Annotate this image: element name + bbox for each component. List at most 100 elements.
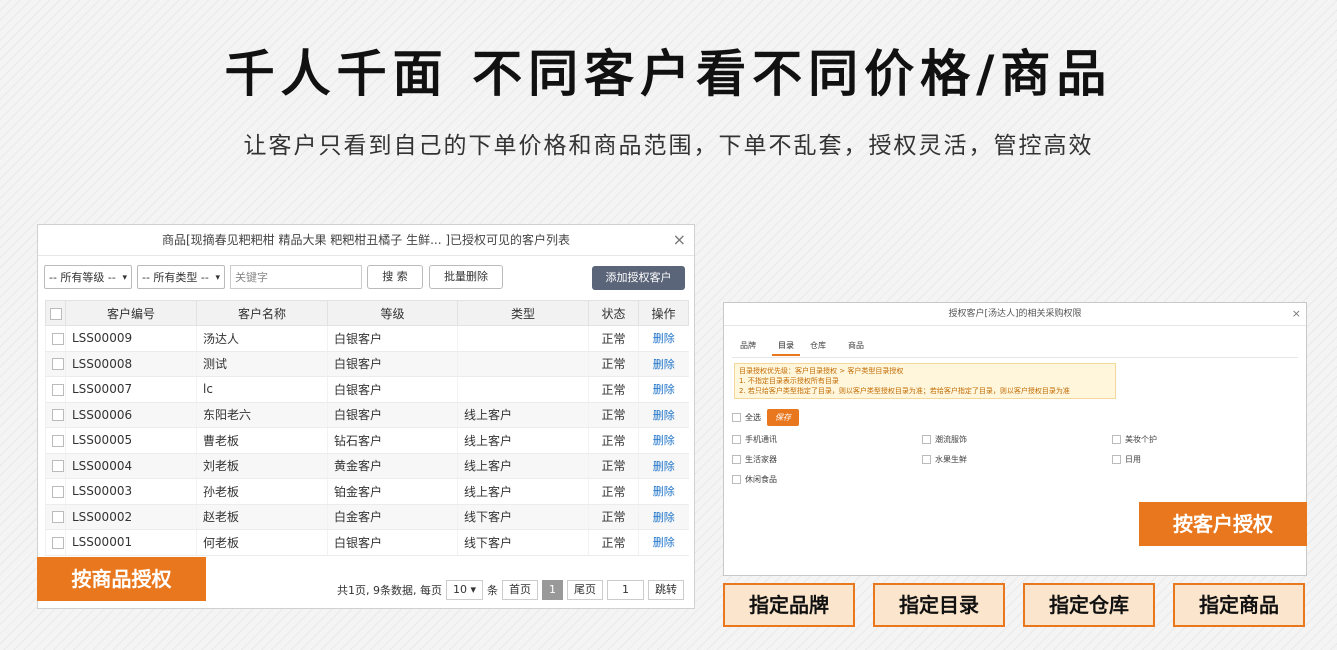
table-row[interactable]: LSS00002 赵老板 白金客户 线下客户 正常 删除 bbox=[45, 504, 689, 530]
by-product-tag: 按商品授权 bbox=[37, 557, 206, 601]
category-label: 手机通讯 bbox=[745, 435, 777, 444]
customer-name: 东阳老六 bbox=[196, 402, 328, 428]
search-button[interactable]: 搜 索 bbox=[367, 265, 423, 289]
table-row[interactable]: LSS00009 汤达人 白银客户 正常 删除 bbox=[45, 325, 689, 352]
customer-table: 客户编号 客户名称 等级 类型 状态 操作 LSS00009 汤达人 白银客户 … bbox=[45, 300, 689, 556]
delete-link[interactable]: 删除 bbox=[653, 511, 675, 524]
checkbox[interactable] bbox=[732, 455, 741, 464]
tab-brand[interactable]: 品牌 bbox=[740, 340, 768, 356]
tab-warehouse[interactable]: 仓库 bbox=[810, 340, 838, 356]
keyword-input[interactable] bbox=[230, 265, 362, 289]
hero-title: 千人千面 不同客户看不同价格/商品 bbox=[224, 45, 1113, 103]
current-page[interactable]: 1 bbox=[542, 580, 563, 600]
delete-link[interactable]: 删除 bbox=[653, 332, 675, 345]
column-header: 操作 bbox=[638, 300, 689, 326]
table-row[interactable]: LSS00001 何老板 白银客户 线下客户 正常 删除 bbox=[45, 529, 689, 556]
customer-type: 线下客户 bbox=[457, 504, 589, 530]
customer-code: LSS00007 bbox=[65, 376, 197, 403]
customer-name: 赵老板 bbox=[196, 504, 328, 530]
category-item[interactable]: 美妆个护 bbox=[1112, 434, 1157, 445]
first-page-button[interactable]: 首页 bbox=[502, 580, 538, 600]
checkbox[interactable] bbox=[732, 435, 741, 444]
delete-link[interactable]: 删除 bbox=[653, 460, 675, 473]
notice-line: 1. 不指定目录表示授权所有目录 bbox=[739, 377, 839, 385]
table-row[interactable]: LSS00008 测试 白银客户 正常 删除 bbox=[45, 351, 689, 377]
category-label: 水果生鲜 bbox=[935, 455, 967, 464]
select-all-cell[interactable] bbox=[45, 300, 66, 326]
tab-catalog[interactable]: 目录 bbox=[772, 340, 800, 356]
table-row[interactable]: LSS00004 刘老板 黄金客户 线上客户 正常 删除 bbox=[45, 453, 689, 479]
close-icon[interactable]: × bbox=[673, 225, 686, 255]
checkbox[interactable] bbox=[732, 475, 741, 484]
level-select[interactable]: -- 所有等级 -- ▾ bbox=[44, 265, 132, 289]
category-item[interactable]: 潮流服饰 bbox=[922, 434, 967, 445]
add-authorized-customer-button[interactable]: 添加授权客户 bbox=[592, 266, 685, 290]
jump-button[interactable]: 跳转 bbox=[648, 580, 684, 600]
table-row[interactable]: LSS00006 东阳老六 白银客户 线上客户 正常 删除 bbox=[45, 402, 689, 428]
category-item[interactable]: 生活家器 bbox=[732, 454, 777, 465]
customer-level: 白银客户 bbox=[327, 529, 458, 556]
customer-status: 正常 bbox=[588, 529, 639, 556]
row-checkbox[interactable] bbox=[52, 332, 64, 345]
delete-link[interactable]: 删除 bbox=[653, 383, 675, 396]
save-button[interactable]: 保存 bbox=[767, 409, 799, 426]
customer-status: 正常 bbox=[588, 325, 639, 352]
category-item[interactable]: 手机通讯 bbox=[732, 434, 777, 445]
customer-name: 刘老板 bbox=[196, 453, 328, 479]
row-checkbox[interactable] bbox=[52, 460, 64, 473]
customer-level: 白银客户 bbox=[327, 325, 458, 352]
chevron-down-icon: ▾ bbox=[215, 273, 220, 283]
customer-status: 正常 bbox=[588, 376, 639, 403]
delete-link[interactable]: 删除 bbox=[653, 358, 675, 371]
row-checkbox[interactable] bbox=[52, 485, 64, 498]
batch-delete-button[interactable]: 批量删除 bbox=[429, 265, 503, 289]
by-customer-tag: 按客户授权 bbox=[1139, 502, 1307, 546]
customer-level: 钻石客户 bbox=[327, 427, 458, 454]
close-icon[interactable]: × bbox=[1292, 303, 1301, 325]
delete-link[interactable]: 删除 bbox=[653, 434, 675, 447]
table-row[interactable]: LSS00005 曹老板 钻石客户 线上客户 正常 删除 bbox=[45, 427, 689, 454]
checkbox[interactable] bbox=[49, 307, 62, 320]
checkbox[interactable] bbox=[1112, 435, 1121, 444]
customer-type: 线上客户 bbox=[457, 427, 589, 454]
table-row[interactable]: LSS00003 孙老板 铂金客户 线上客户 正常 删除 bbox=[45, 478, 689, 505]
category-label: 生活家器 bbox=[745, 455, 777, 464]
customer-code: LSS00002 bbox=[65, 504, 197, 530]
tab-product[interactable]: 商品 bbox=[848, 340, 876, 356]
row-checkbox[interactable] bbox=[52, 434, 64, 447]
category-item[interactable]: 水果生鲜 bbox=[922, 454, 967, 465]
pagination: 共1页, 9条数据, 每页 10 ▾ 条 首页 1 尾页 1 跳转 bbox=[337, 580, 684, 600]
checkbox[interactable] bbox=[922, 455, 931, 464]
customer-code: LSS00005 bbox=[65, 427, 197, 454]
category-item[interactable]: 休闲食品 bbox=[732, 474, 777, 485]
customer-code: LSS00003 bbox=[65, 478, 197, 505]
last-page-button[interactable]: 尾页 bbox=[567, 580, 603, 600]
customer-status: 正常 bbox=[588, 402, 639, 428]
checkbox[interactable] bbox=[922, 435, 931, 444]
delete-link[interactable]: 删除 bbox=[653, 485, 675, 498]
level-select-value: -- 所有等级 -- bbox=[49, 271, 116, 284]
feature-catalog: 指定目录 bbox=[873, 583, 1005, 627]
column-header: 状态 bbox=[588, 300, 639, 326]
customer-level: 白银客户 bbox=[327, 351, 458, 377]
customer-status: 正常 bbox=[588, 453, 639, 479]
customer-level: 白银客户 bbox=[327, 376, 458, 403]
row-checkbox[interactable] bbox=[52, 511, 64, 524]
row-checkbox[interactable] bbox=[52, 358, 64, 371]
select-all-checkbox[interactable] bbox=[732, 413, 741, 422]
row-checkbox[interactable] bbox=[52, 536, 64, 549]
customer-status: 正常 bbox=[588, 504, 639, 530]
row-checkbox[interactable] bbox=[52, 383, 64, 396]
row-checkbox[interactable] bbox=[52, 409, 64, 422]
permission-tabs: 品牌 目录 仓库 商品 bbox=[740, 340, 886, 356]
page-size-select[interactable]: 10 ▾ bbox=[445, 580, 483, 600]
jump-page-input[interactable]: 1 bbox=[607, 580, 644, 600]
type-select[interactable]: -- 所有类型 -- ▾ bbox=[137, 265, 225, 289]
checkbox[interactable] bbox=[1112, 455, 1121, 464]
notice-line: 目录授权优先级：客户目录授权 > 客户类型目录授权 bbox=[739, 367, 904, 375]
delete-link[interactable]: 删除 bbox=[653, 409, 675, 422]
delete-link[interactable]: 删除 bbox=[653, 536, 675, 549]
hero-subtitle: 让客户只看到自己的下单价格和商品范围，下单不乱套，授权灵活，管控高效 bbox=[243, 133, 1094, 159]
table-row[interactable]: LSS00007 lc 白银客户 正常 删除 bbox=[45, 376, 689, 403]
category-item[interactable]: 日用 bbox=[1112, 454, 1141, 465]
